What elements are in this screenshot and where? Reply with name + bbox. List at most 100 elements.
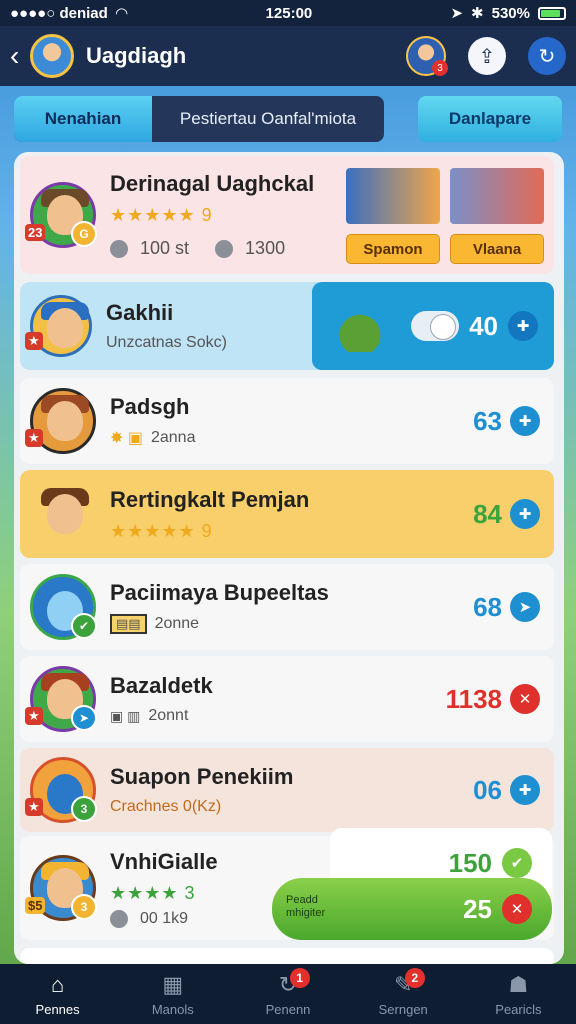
status-time: 125:00 [265, 4, 313, 22]
player-name: Rertingkalt Pemjan [110, 486, 310, 512]
tabs-bar: Nenahian Pestiertau Oanfal'miota [14, 96, 384, 142]
back-button[interactable]: ‹ [10, 40, 26, 72]
send-icon: ➤ [518, 599, 532, 616]
reward-score: 150 [448, 847, 492, 878]
close-icon: ✕ [518, 691, 532, 708]
featured-thumbnail-2[interactable] [450, 168, 544, 224]
coin-icon-2 [215, 239, 234, 258]
check-icon: ✔ [510, 855, 524, 872]
bluetooth-icon: ✱ [471, 5, 484, 22]
player-rating: ★★★★ 3 [110, 882, 196, 903]
player-subtitle: 2onnt [148, 707, 189, 724]
featured-button-1[interactable]: Spamon [346, 234, 440, 264]
avatar: ★ [25, 295, 92, 357]
remove-button[interactable]: ✕ [510, 684, 540, 714]
home-icon: ⌂ [50, 971, 65, 997]
nav-label: Pearicls [495, 1001, 542, 1017]
plus-icon: ✚ [518, 782, 532, 799]
user-icon: ☗ [508, 971, 529, 997]
add-button[interactable]: ✚ [508, 311, 538, 341]
level-badge: G [71, 221, 97, 247]
bottom-nav: ⌂ Pennes ▦ Manols ↻ 1 Penenn ✎ 2 Serngen… [0, 964, 576, 1024]
player-subtitle: Crachnes 0(Kz) [110, 798, 222, 815]
dismiss-button[interactable]: ✕ [502, 894, 532, 924]
player-score: 68 [473, 591, 502, 622]
confirm-button[interactable]: ✔ [502, 848, 532, 878]
player-score: 06 [473, 774, 502, 805]
send-button[interactable]: ➤ [510, 592, 540, 622]
player-name: Bazaldetk [110, 673, 213, 698]
close-icon: ✕ [510, 901, 524, 918]
player-avatar[interactable] [30, 34, 74, 78]
face-icon [47, 308, 83, 348]
list-item[interactable]: ★ 3 Suapon Penekiim Crachnes 0(Kz) 06 ✚ [20, 748, 554, 832]
highlight-panel: 40 ✚ [312, 282, 554, 370]
rank-badge: ★ [25, 798, 43, 816]
add-button[interactable]: ✚ [510, 499, 540, 529]
tab-active[interactable]: Nenahian [14, 96, 152, 142]
list-item-partial [20, 948, 554, 964]
list-item[interactable]: ★ Gakhii Unzcatnas Sokc) 40 ✚ [20, 282, 554, 370]
nav-badge: 2 [404, 968, 425, 988]
level-badge: ➤ [71, 705, 97, 731]
character-scene-icon [328, 296, 392, 352]
nav-badge: 1 [289, 968, 310, 988]
featured-button-2[interactable]: Vlaana [450, 234, 544, 264]
list-item[interactable]: ✔ Paciimaya Bupeeltas ▤▤ 2onne 68 ➤ [20, 564, 554, 650]
location-icon: ➤ [450, 5, 464, 22]
avatar: $5 3 [25, 855, 97, 921]
rank-badge: $5 [25, 897, 46, 914]
avatar [30, 481, 96, 547]
level-badge: 3 [71, 894, 97, 920]
avatar: ★ [25, 388, 96, 454]
toggle-switch[interactable] [411, 311, 460, 341]
nav-profile[interactable]: ☗ Pearicls [461, 964, 576, 1024]
player-score: 1138 [445, 683, 502, 714]
reward-value: 25 [463, 893, 492, 924]
plus-icon: ✚ [516, 318, 530, 335]
list-item[interactable]: Rertingkalt Pemjan ★★★★★ 9 84 ✚ [20, 470, 554, 558]
featured-avatar: 23 G [25, 182, 97, 248]
wifi-icon: ◠ [115, 5, 128, 22]
share-button[interactable]: ⇪ [468, 37, 506, 75]
level-badge: 3 [71, 796, 97, 822]
nav-home[interactable]: ⌂ Pennes [0, 964, 115, 1024]
page-title: Uagdiagh [86, 43, 187, 68]
check-badge: ✔ [71, 613, 97, 639]
player-name: Padsgh [110, 394, 190, 419]
player-subtitle: 2onne [154, 615, 200, 632]
battery-icon [537, 6, 566, 20]
nav-events[interactable]: ↻ 1 Penenn [230, 964, 345, 1024]
list-item[interactable]: ★ Padsgh ✸ ▣ 2anna 63 ✚ [20, 378, 554, 464]
coins-value-2: 1300 [245, 238, 286, 258]
featured-rating: ★★★★★ 9 [110, 205, 213, 225]
player-name: Suapon Penekiim [110, 764, 294, 789]
list-item[interactable]: ★ ➤ Bazaldetk ▣ ▥ 2onnt 1138 ✕ [20, 656, 554, 742]
card-icon: ▤▤ [110, 614, 147, 634]
featured-row[interactable]: 23 G Derinagal Uaghckal ★★★★★ 9 100 st 1… [20, 156, 554, 274]
nav-list[interactable]: ▦ Manols [115, 964, 230, 1024]
refresh-button[interactable]: ↻ [528, 37, 566, 75]
tab-secondary[interactable]: Pestiertau Oanfal'miota [152, 96, 384, 142]
notification-badge: 3 [432, 60, 448, 76]
add-button[interactable]: ✚ [510, 406, 540, 436]
add-button[interactable]: ✚ [510, 775, 540, 805]
status-bar: ●●●●○ deniad ◠ 125:00 ➤ ✱ 530% [0, 0, 576, 26]
rank-badge: ★ [25, 707, 43, 725]
featured-thumbnail-1[interactable] [346, 168, 440, 224]
app-header: ‹ Uagdiagh 3 ⇪ ↻ [0, 26, 576, 86]
side-tab-button[interactable]: Danlapare [418, 96, 562, 142]
reward-popup[interactable]: Peadd mhigiter 25 ✕ [272, 878, 552, 940]
profile-button[interactable]: 3 [406, 36, 448, 76]
plus-icon: ✚ [518, 413, 532, 430]
avatar: ✔ [30, 574, 97, 640]
nav-label: Manols [151, 1001, 194, 1017]
avatar: ★ 3 [25, 757, 97, 823]
player-name: Paciimaya Bupeeltas [110, 580, 329, 605]
refresh-icon: ↻ [538, 45, 556, 68]
player-score: 40 [469, 310, 498, 341]
face-icon [47, 494, 83, 534]
nav-settings[interactable]: ✎ 2 Serngen [346, 964, 461, 1024]
player-subtitle: 2anna [150, 429, 196, 446]
player-subtitle: 00 1k9 [140, 909, 189, 927]
